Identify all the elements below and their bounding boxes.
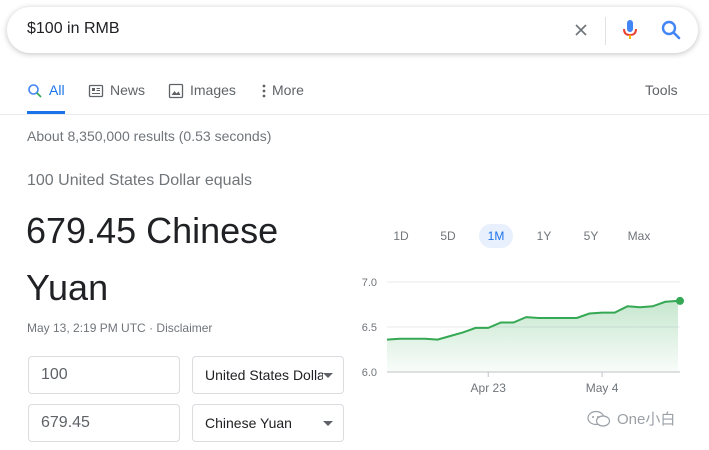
tools-button[interactable]: Tools (645, 82, 678, 114)
more-vert-icon (262, 84, 266, 98)
tab-images[interactable]: Images (168, 82, 236, 114)
chart-y-tick-label: 6.0 (362, 367, 377, 379)
conversion-equals-text: 100 United States Dollar equals (27, 172, 253, 189)
tab-label: All (49, 82, 65, 98)
disclaimer-link[interactable]: Disclaimer (156, 321, 212, 335)
to-amount-input[interactable]: 679.45 (28, 404, 180, 442)
microphone-icon[interactable] (620, 18, 640, 42)
wechat-icon (587, 410, 611, 427)
chevron-down-icon (323, 373, 333, 378)
range-1d[interactable]: 1D (386, 224, 416, 248)
search-icon (28, 84, 42, 98)
timestamp-separator: · (149, 321, 154, 335)
chart-y-tick-label: 6.5 (362, 322, 377, 334)
tab-all[interactable]: All (27, 82, 65, 114)
tab-label: Images (190, 82, 236, 98)
range-1y[interactable]: 1Y (529, 224, 559, 248)
to-currency-label: Chinese Yuan (205, 415, 292, 431)
watermark: One小白 (587, 408, 675, 429)
chevron-down-icon (323, 421, 333, 426)
exchange-rate-chart[interactable]: 7.0 6.5 6.0 Apr 23 May 4 (350, 268, 690, 398)
to-amount-value: 679.45 (41, 414, 90, 431)
search-bar[interactable]: $100 in RMB (7, 7, 698, 53)
search-divider (605, 17, 606, 45)
from-amount-value: 100 (41, 366, 68, 383)
chart-end-point (676, 296, 684, 305)
news-icon (88, 84, 104, 98)
search-icon[interactable] (659, 18, 683, 42)
tab-label: More (272, 82, 304, 98)
range-max[interactable]: Max (622, 224, 656, 248)
tab-news[interactable]: News (88, 82, 145, 114)
range-1m[interactable]: 1M (479, 224, 513, 248)
tabs-divider (0, 114, 709, 115)
timestamp-text: May 13, 2:19 PM UTC (27, 321, 146, 335)
result-stats: About 8,350,000 results (0.53 seconds) (27, 128, 272, 144)
range-5d[interactable]: 5D (433, 224, 463, 248)
search-tabs: All News Images More Tools (27, 82, 709, 114)
chart-area-fill (387, 300, 678, 372)
tab-label: News (110, 82, 146, 98)
image-icon (168, 83, 184, 99)
watermark-text: One小白 (617, 411, 676, 428)
from-currency-label: United States Dollar (205, 367, 323, 383)
tools-label: Tools (645, 82, 678, 98)
from-currency-select[interactable]: United States Dollar (192, 356, 344, 394)
rate-timestamp: May 13, 2:19 PM UTC · Disclaimer (27, 321, 212, 335)
range-5y[interactable]: 5Y (576, 224, 606, 248)
chart-x-tick-label: May 4 (586, 381, 619, 395)
search-input[interactable]: $100 in RMB (27, 20, 120, 38)
conversion-result: 679.45 Chinese Yuan (26, 210, 279, 308)
tab-more[interactable]: More (260, 82, 304, 114)
to-currency-select[interactable]: Chinese Yuan (192, 404, 344, 442)
from-amount-input[interactable]: 100 (28, 356, 180, 394)
chart-x-tick-label: Apr 23 (471, 381, 507, 395)
close-icon[interactable] (571, 20, 591, 40)
chart-y-tick-label: 7.0 (362, 277, 377, 289)
